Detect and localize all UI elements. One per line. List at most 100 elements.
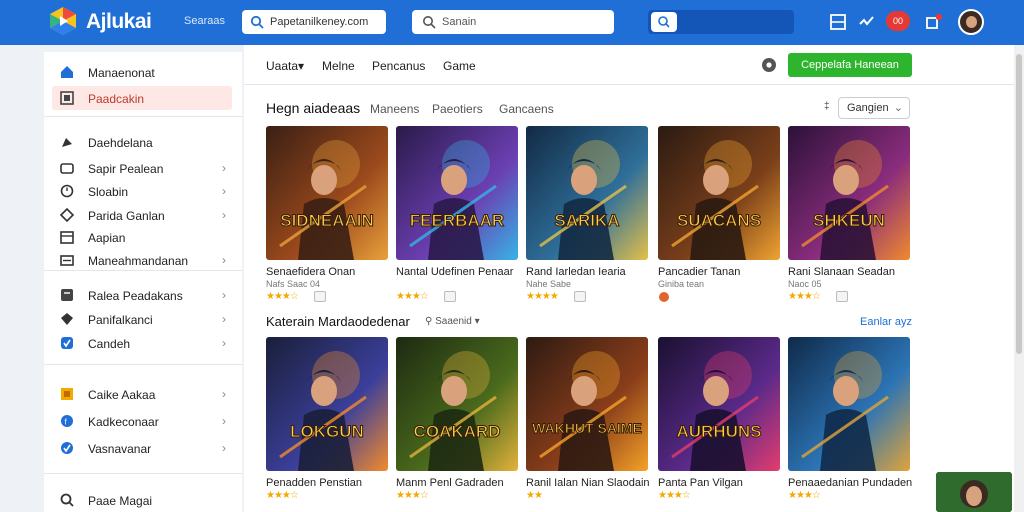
- chat-icon: [60, 493, 74, 507]
- sidebar-item[interactable]: Vasnavanar ›: [52, 436, 232, 460]
- game-title[interactable]: Senaefidera Onan: [266, 266, 355, 278]
- search-input[interactable]: Sanain: [412, 10, 614, 34]
- tab-uaata[interactable]: Uaata▾: [266, 59, 304, 73]
- filter-gancaens[interactable]: Gancaens: [499, 102, 554, 116]
- sidebar-item[interactable]: Paadcakin: [52, 86, 232, 110]
- rating-stars: ★★★☆: [658, 490, 691, 501]
- game-thumbnail[interactable]: [788, 337, 910, 471]
- sidebar-item-label: Candeh: [88, 337, 131, 351]
- game-meta: Giniba tean: [658, 279, 705, 289]
- game-title[interactable]: Pancadier Tanan: [658, 266, 740, 278]
- game-thumbnail[interactable]: COAKARD: [396, 337, 518, 471]
- game-thumbnail[interactable]: SHKEUN: [788, 126, 910, 260]
- chevron-right-icon: ›: [222, 288, 226, 302]
- game-title[interactable]: Rani Slanaan Seadan: [788, 266, 895, 278]
- filter-maneens[interactable]: Maneens: [370, 102, 419, 116]
- sidebar-item[interactable]: Maneahmandanan ›: [52, 248, 232, 272]
- sidebar-item[interactable]: Parida Ganlan ›: [52, 203, 232, 227]
- filter-paeotiers[interactable]: Paeotiers: [432, 102, 483, 116]
- game-thumbnail[interactable]: WAKHUT SAIME: [526, 337, 648, 471]
- cart-icon: [60, 163, 74, 174]
- svg-text:SUACANS: SUACANS: [677, 211, 761, 230]
- game-thumbnail[interactable]: LOKGUN: [266, 337, 388, 471]
- section-title: Hegn aiadeaas: [266, 100, 361, 116]
- sidebar-item[interactable]: Aapian: [52, 225, 232, 249]
- sidebar-item-label: Vasnavanar: [88, 442, 152, 456]
- sort-mark: ‡: [824, 101, 830, 112]
- chevron-right-icon: ›: [222, 414, 226, 428]
- rating-stars: ★★★☆: [266, 291, 299, 302]
- calendar-icon: [60, 231, 74, 244]
- rating-stars: ★★★☆: [788, 490, 821, 501]
- sidebar-item-label: Panifalkanci: [88, 313, 153, 327]
- game-title[interactable]: Penaaedanian Pundaden: [788, 477, 912, 489]
- sort-select[interactable]: Gangien ⌄: [838, 97, 910, 119]
- sidebar-item[interactable]: Candeh ›: [52, 331, 232, 355]
- sidebar-item[interactable]: Sapir Pealean ›: [52, 156, 232, 180]
- chevron-right-icon: ›: [222, 184, 226, 198]
- see-all-link[interactable]: Eanlar ayz: [860, 316, 912, 328]
- notification-badge[interactable]: 00: [886, 11, 910, 31]
- shield-icon: [61, 313, 73, 325]
- game-title[interactable]: Panta Pan Vilgan: [658, 477, 743, 489]
- home-icon: [61, 66, 73, 78]
- sidebar-item-label: Ralea Peadakans: [88, 289, 183, 303]
- tab-pencanus[interactable]: Pencanus: [372, 59, 425, 73]
- game-title[interactable]: Penadden Penstian: [266, 477, 362, 489]
- alerts-icon[interactable]: [924, 12, 944, 32]
- game-meta: Nahe Sabe: [526, 279, 572, 289]
- scrollbar[interactable]: [1014, 52, 1024, 512]
- tab-melne[interactable]: Melne: [322, 59, 355, 73]
- secondary-search-field[interactable]: [648, 10, 794, 34]
- app-title[interactable]: Ajlukai: [86, 10, 152, 34]
- sidebar-item[interactable]: Manaenonat: [52, 60, 232, 84]
- game-thumbnail[interactable]: SUACANS: [658, 126, 780, 260]
- window-icon[interactable]: [828, 12, 848, 32]
- main-content: Uaata▾ Melne Pencanus Game Ceppelafa Han…: [244, 45, 1014, 512]
- tab-game[interactable]: Game: [443, 59, 476, 73]
- sidebar-item-label: Paae Magai: [88, 494, 153, 508]
- sidebar-item[interactable]: Panifalkanci ›: [52, 307, 232, 331]
- sidebar-item[interactable]: f Kadkeconaar ›: [52, 409, 232, 433]
- rating-stars: ★★★☆: [396, 490, 429, 501]
- sidebar-item[interactable]: Daehdelana: [52, 130, 232, 154]
- game-thumbnail[interactable]: AURHUNS: [658, 337, 780, 471]
- search-input-value: Sanain: [442, 16, 477, 28]
- sidebar-item[interactable]: Ralea Peadakans ›: [52, 283, 232, 307]
- user-avatar[interactable]: [958, 9, 984, 35]
- rating-stars: ★★★☆: [266, 490, 299, 501]
- sidebar-item-label: Parida Ganlan: [88, 209, 165, 223]
- activity-icon[interactable]: [857, 12, 877, 32]
- game-thumbnail[interactable]: SARIKA: [526, 126, 648, 260]
- sidebar-item-label: Kadkeconaar: [88, 415, 159, 429]
- game-thumbnail[interactable]: FEERBAAR: [396, 126, 518, 260]
- game-thumbnail[interactable]: SIDNEAAIN: [266, 126, 388, 260]
- search-icon: [658, 16, 670, 28]
- game-title[interactable]: Manm Penl Gadraden: [396, 477, 504, 489]
- chevron-right-icon: ›: [222, 441, 226, 455]
- sidebar-item[interactable]: Caike Aakaa ›: [52, 382, 232, 406]
- primary-action-button[interactable]: Ceppelafa Haneean: [788, 53, 912, 77]
- section-filter[interactable]: ⚲ Saaenid ▾: [425, 316, 480, 327]
- svg-text:LOKGUN: LOKGUN: [290, 422, 364, 441]
- url-search-value: Papetanilkeney.com: [270, 16, 369, 28]
- sidebar-item[interactable]: Sloabin ›: [52, 179, 232, 203]
- game-title[interactable]: Rand Iarledan Iearia: [526, 266, 626, 278]
- sidebar-item-label: Sloabin: [88, 185, 129, 199]
- sidebar-item[interactable]: Paae Magai: [52, 488, 232, 512]
- sidebar-divider: [44, 116, 242, 117]
- clock-icon: [60, 184, 74, 198]
- header-small-label[interactable]: Searaas: [184, 15, 225, 27]
- gear-icon[interactable]: [760, 56, 778, 74]
- svg-text:SHKEUN: SHKEUN: [813, 211, 885, 230]
- sort-select-value: Gangien: [847, 102, 889, 114]
- svg-text:COAKARD: COAKARD: [414, 422, 501, 441]
- search-toggle-button[interactable]: [651, 12, 677, 32]
- promo-thumbnail[interactable]: [936, 472, 1012, 512]
- app-logo-icon[interactable]: [48, 6, 78, 36]
- platform-icon: [314, 291, 326, 302]
- scroll-thumb[interactable]: [1016, 54, 1022, 354]
- game-title[interactable]: Nantal Udefinen Penaar: [396, 266, 513, 278]
- url-search-field[interactable]: Papetanilkeney.com: [242, 10, 386, 34]
- game-title[interactable]: Ranil Ialan Nian Slaodain: [526, 477, 650, 489]
